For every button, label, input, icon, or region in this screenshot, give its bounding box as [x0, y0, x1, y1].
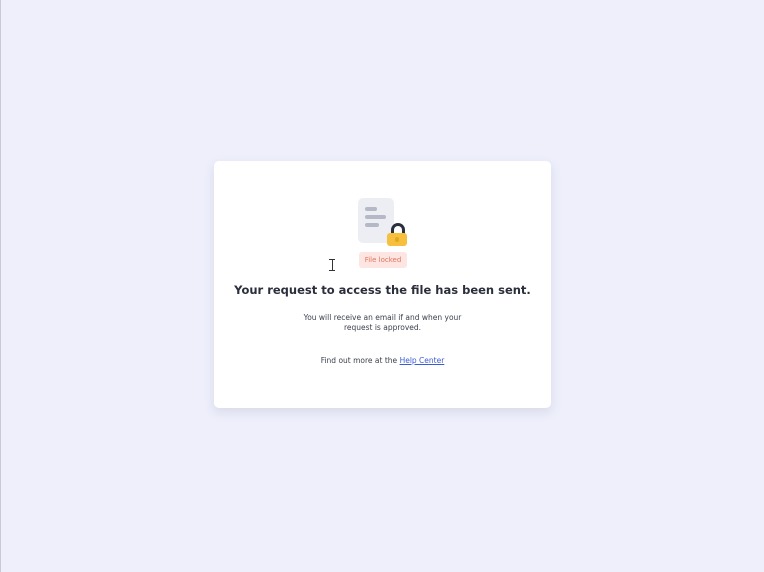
file-locked-icon — [358, 198, 410, 248]
text-cursor-icon — [329, 259, 335, 271]
request-sent-dialog: File locked Your request to access the f… — [214, 161, 551, 408]
help-center-link[interactable]: Help Center — [400, 356, 445, 365]
file-locked-badge: File locked — [359, 252, 407, 268]
window-edge — [0, 0, 1, 572]
dialog-message: You will receive an email if and when yo… — [303, 313, 462, 332]
help-prefix: Find out more at the — [320, 356, 398, 365]
help-text: Find out more at the Help Center — [214, 356, 551, 365]
dialog-title: Your request to access the file has been… — [234, 283, 531, 297]
page: File locked Your request to access the f… — [0, 0, 764, 572]
padlock-icon — [387, 223, 407, 246]
